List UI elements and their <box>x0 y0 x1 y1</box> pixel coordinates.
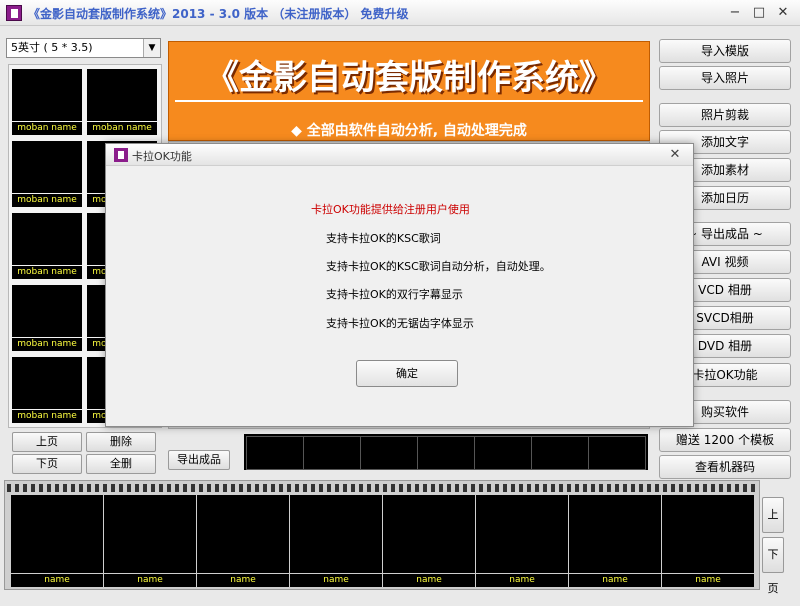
karaoke-dialog: 卡拉OK功能 ✕ 卡拉OK功能提供给注册用户使用 支持卡拉OK的KSC歌词 支持… <box>105 143 694 427</box>
frame-name: name <box>197 574 289 587</box>
template-name: moban name <box>87 122 157 135</box>
banner-divider <box>175 100 643 102</box>
template-prev-page-button[interactable]: 上页 <box>12 432 82 452</box>
app-icon <box>6 5 22 21</box>
photo-slot[interactable] <box>246 436 304 470</box>
delete-all-button[interactable]: 全删 <box>86 454 156 474</box>
photo-slot[interactable] <box>360 436 418 470</box>
film-frame[interactable]: name <box>290 495 382 587</box>
crop-photo-button[interactable]: 照片剪裁 <box>659 103 791 127</box>
template-thumb[interactable]: moban name <box>12 141 82 207</box>
frame-name: name <box>569 574 661 587</box>
maximize-button[interactable]: □ <box>748 4 770 22</box>
ok-button[interactable]: 确定 <box>356 360 458 387</box>
import-photo-button[interactable]: 导入照片 <box>659 66 791 90</box>
template-name: moban name <box>12 338 82 351</box>
frame-name: name <box>104 574 196 587</box>
template-name: moban name <box>12 266 82 279</box>
dialog-close-button[interactable]: ✕ <box>664 145 686 165</box>
photo-slot[interactable] <box>531 436 589 470</box>
view-machine-code-button[interactable]: 查看机器码 <box>659 455 791 479</box>
template-thumb[interactable]: moban name <box>12 213 82 279</box>
film-frame[interactable]: name <box>383 495 475 587</box>
bottom-film-strip: name name name name name name name name <box>4 480 760 590</box>
size-select-value: 5英寸 ( 5 * 3.5) <box>11 41 93 54</box>
photo-slot[interactable] <box>588 436 646 470</box>
free-templates-button[interactable]: 赠送 1200 个模板 <box>659 428 791 452</box>
template-thumb[interactable]: moban name <box>12 357 82 423</box>
photo-slot[interactable] <box>417 436 475 470</box>
dialog-notice: 卡拉OK功能提供给注册用户使用 <box>311 203 470 216</box>
window-title: 《金影自动套版制作系统》2013 - 3.0 版本 （未注册版本） 免费升级 <box>28 7 409 21</box>
delete-button[interactable]: 删除 <box>86 432 156 452</box>
size-select[interactable]: 5英寸 ( 5 * 3.5) ▼ <box>6 38 161 58</box>
template-thumb[interactable]: moban name <box>12 285 82 351</box>
film-frame[interactable]: name <box>197 495 289 587</box>
dialog-feature-line: 支持卡拉OK的KSC歌词自动分析，自动处理。 <box>326 260 551 273</box>
film-perforation <box>7 484 757 492</box>
banner-title: 《金影自动套版制作系统》 <box>205 58 613 98</box>
dialog-feature-line: 支持卡拉OK的双行字幕显示 <box>326 288 463 301</box>
close-window-button[interactable]: ✕ <box>772 4 794 22</box>
dialog-title: 卡拉OK功能 <box>132 150 192 163</box>
template-thumb[interactable]: moban name <box>87 69 157 135</box>
dialog-feature-line: 支持卡拉OK的KSC歌词 <box>326 232 441 245</box>
frame-name: name <box>476 574 568 587</box>
import-template-button[interactable]: 导入模版 <box>659 39 791 63</box>
film-frame[interactable]: name <box>476 495 568 587</box>
photo-slot[interactable] <box>474 436 532 470</box>
template-name: moban name <box>12 122 82 135</box>
template-name: moban name <box>12 410 82 423</box>
frame-name: name <box>662 574 754 587</box>
banner-subtitle: ◆ 全部由软件自动分析, 自动处理完成 <box>291 123 527 139</box>
template-next-page-button[interactable]: 下页 <box>12 454 82 474</box>
film-next-page-button[interactable]: 下页 <box>762 537 784 595</box>
app-icon <box>114 148 128 162</box>
frame-name: name <box>383 574 475 587</box>
film-frame[interactable]: name <box>11 495 103 587</box>
promo-banner: 《金影自动套版制作系统》 ◆ 全部由软件自动分析, 自动处理完成 <box>168 41 650 141</box>
chevron-down-icon[interactable]: ▼ <box>143 39 160 57</box>
film-prev-page-button[interactable]: 上页 <box>762 497 784 555</box>
photo-strip <box>244 434 648 470</box>
film-frame[interactable]: name <box>104 495 196 587</box>
photo-slot[interactable] <box>303 436 361 470</box>
template-thumb[interactable]: moban name <box>12 69 82 135</box>
frame-name: name <box>290 574 382 587</box>
minimize-button[interactable]: − <box>724 4 746 22</box>
template-name: moban name <box>12 194 82 207</box>
dialog-title-bar: 卡拉OK功能 ✕ <box>106 144 693 166</box>
film-frame[interactable]: name <box>569 495 661 587</box>
frame-name: name <box>11 574 103 587</box>
title-bar: 《金影自动套版制作系统》2013 - 3.0 版本 （未注册版本） 免费升级 −… <box>0 0 800 26</box>
film-frame[interactable]: name <box>662 495 754 587</box>
dialog-feature-line: 支持卡拉OK的无锯齿字体显示 <box>326 317 474 330</box>
export-button[interactable]: 导出成品 <box>168 450 230 470</box>
